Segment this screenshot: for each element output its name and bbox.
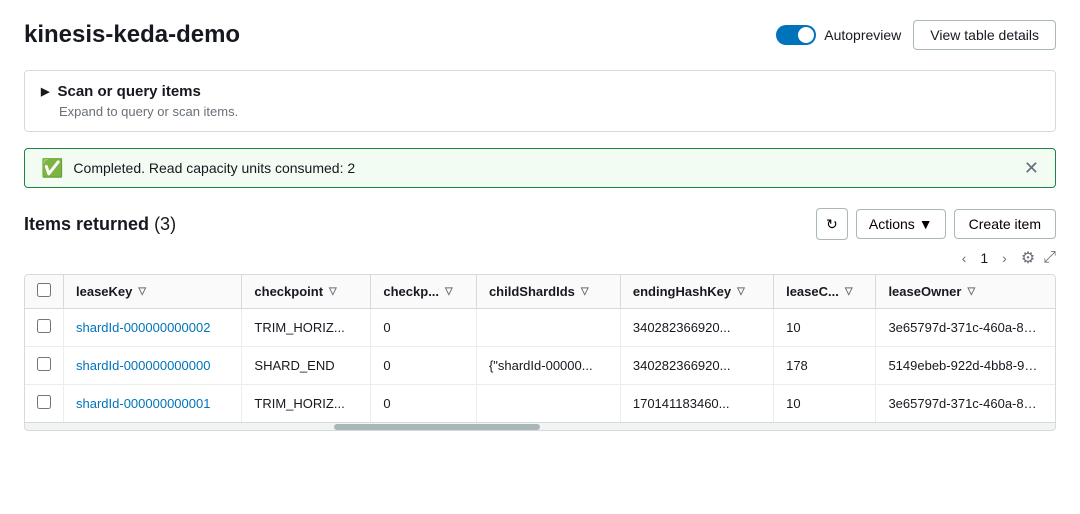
header-controls: Autopreview View table details (776, 20, 1056, 50)
select-all-checkbox[interactable] (37, 283, 51, 297)
expand-arrow-icon: ▶ (41, 85, 49, 98)
sort-icon: ▽ (845, 286, 853, 297)
actions-button[interactable]: Actions ▼ (856, 209, 946, 239)
create-item-button[interactable]: Create item (954, 209, 1056, 239)
close-banner-button[interactable]: ✕ (1024, 159, 1039, 177)
scrollbar-thumb[interactable] (334, 424, 540, 430)
autopreview-label: Autopreview (824, 27, 901, 43)
success-banner: ✅ Completed. Read capacity units consume… (24, 148, 1056, 188)
sort-icon: ▽ (967, 286, 975, 297)
actions-label: Actions (869, 216, 915, 232)
cell-checkpoint: TRIM_HORIZ... (242, 385, 371, 423)
items-header: Items returned (3) ↻ Actions ▼ Create it… (24, 208, 1056, 240)
cell-leaseCounter: 10 (774, 385, 876, 423)
scan-heading: Scan or query items (57, 83, 200, 100)
row-checkbox-cell[interactable] (25, 347, 64, 385)
col-childShardIds[interactable]: childShardIds ▽ (476, 275, 620, 309)
sort-icon: ▽ (737, 286, 745, 297)
cell-leaseOwner: 3e65797d-371c-460a-82a... (876, 385, 1055, 423)
table-row: shardId-000000000001TRIM_HORIZ...0 170141… (25, 385, 1055, 423)
success-message: Completed. Read capacity units consumed:… (73, 160, 355, 176)
row-checkbox[interactable] (37, 319, 51, 333)
cell-childShardIds (476, 385, 620, 423)
prev-page-button[interactable]: ‹ (956, 248, 973, 268)
cell-leaseOwner: 5149ebeb-922d-4bb8-9ea... (876, 347, 1055, 385)
cell-checkpoint: TRIM_HORIZ... (242, 309, 371, 347)
cell-leaseCounter: 178 (774, 347, 876, 385)
col-checkpointSubSeqNum[interactable]: checkp... ▽ (371, 275, 477, 309)
items-title: Items returned (3) (24, 214, 176, 234)
sort-icon: ▽ (329, 286, 337, 297)
row-checkbox-cell[interactable] (25, 309, 64, 347)
sort-icon: ▽ (138, 286, 146, 297)
cell-endingHashKey: 340282366920... (620, 309, 773, 347)
items-table: leaseKey ▽ checkpoint ▽ (25, 275, 1055, 422)
items-title-group: Items returned (3) (24, 214, 176, 235)
sort-icon: ▽ (581, 286, 589, 297)
next-page-button[interactable]: › (996, 248, 1013, 268)
cell-leaseKey[interactable]: shardId-000000000000 (64, 347, 242, 385)
chevron-down-icon: ▼ (919, 216, 933, 232)
refresh-icon: ↻ (826, 216, 838, 233)
toggle-switch[interactable] (776, 25, 816, 45)
row-checkbox-cell[interactable] (25, 385, 64, 423)
scan-subtitle: Expand to query or scan items. (59, 104, 1039, 119)
table-row: shardId-000000000002TRIM_HORIZ...0 340282… (25, 309, 1055, 347)
items-count: (3) (154, 214, 176, 234)
cell-endingHashKey: 170141183460... (620, 385, 773, 423)
settings-icon[interactable]: ⚙ (1021, 248, 1035, 268)
col-leaseCounter[interactable]: leaseC... ▽ (774, 275, 876, 309)
table-body: shardId-000000000002TRIM_HORIZ...0 340282… (25, 309, 1055, 423)
resize-icon[interactable]: ⤢ (1043, 249, 1056, 267)
scan-section: ▶ Scan or query items Expand to query or… (24, 70, 1056, 132)
sort-icon: ▽ (445, 286, 453, 297)
page-title: kinesis-keda-demo (24, 21, 240, 49)
view-table-details-button[interactable]: View table details (913, 20, 1056, 50)
cell-childShardIds (476, 309, 620, 347)
row-checkbox[interactable] (37, 395, 51, 409)
success-icon: ✅ (41, 159, 63, 177)
scan-header[interactable]: ▶ Scan or query items (41, 83, 1039, 100)
cell-leaseOwner: 3e65797d-371c-460a-82a... (876, 309, 1055, 347)
cell-endingHashKey: 340282366920... (620, 347, 773, 385)
table-header: leaseKey ▽ checkpoint ▽ (25, 275, 1055, 309)
col-checkpoint[interactable]: checkpoint ▽ (242, 275, 371, 309)
cell-childShardIds: {"shardId-00000... (476, 347, 620, 385)
cell-checkpointSubSeqNum: 0 (371, 385, 477, 423)
row-checkbox[interactable] (37, 357, 51, 371)
table-container: leaseKey ▽ checkpoint ▽ (24, 274, 1056, 431)
cell-leaseCounter: 10 (774, 309, 876, 347)
table-row: shardId-000000000000SHARD_END0{"shardId-… (25, 347, 1055, 385)
refresh-button[interactable]: ↻ (816, 208, 848, 240)
items-controls: ↻ Actions ▼ Create item (816, 208, 1056, 240)
cell-leaseKey[interactable]: shardId-000000000001 (64, 385, 242, 423)
col-leaseOwner[interactable]: leaseOwner ▽ (876, 275, 1055, 309)
page-header: kinesis-keda-demo Autopreview View table… (24, 20, 1056, 50)
cell-checkpointSubSeqNum: 0 (371, 347, 477, 385)
scrollbar-track[interactable] (25, 422, 1055, 430)
items-section: Items returned (3) ↻ Actions ▼ Create it… (24, 208, 1056, 431)
cell-checkpointSubSeqNum: 0 (371, 309, 477, 347)
cell-checkpoint: SHARD_END (242, 347, 371, 385)
autopreview-toggle[interactable]: Autopreview (776, 25, 901, 45)
select-all-header[interactable] (25, 275, 64, 309)
pagination-row: ‹ 1 › ⚙ ⤢ (24, 248, 1056, 268)
page-number: 1 (980, 250, 988, 266)
cell-leaseKey[interactable]: shardId-000000000002 (64, 309, 242, 347)
success-content: ✅ Completed. Read capacity units consume… (41, 159, 355, 177)
col-endingHashKey[interactable]: endingHashKey ▽ (620, 275, 773, 309)
col-leaseKey[interactable]: leaseKey ▽ (64, 275, 242, 309)
